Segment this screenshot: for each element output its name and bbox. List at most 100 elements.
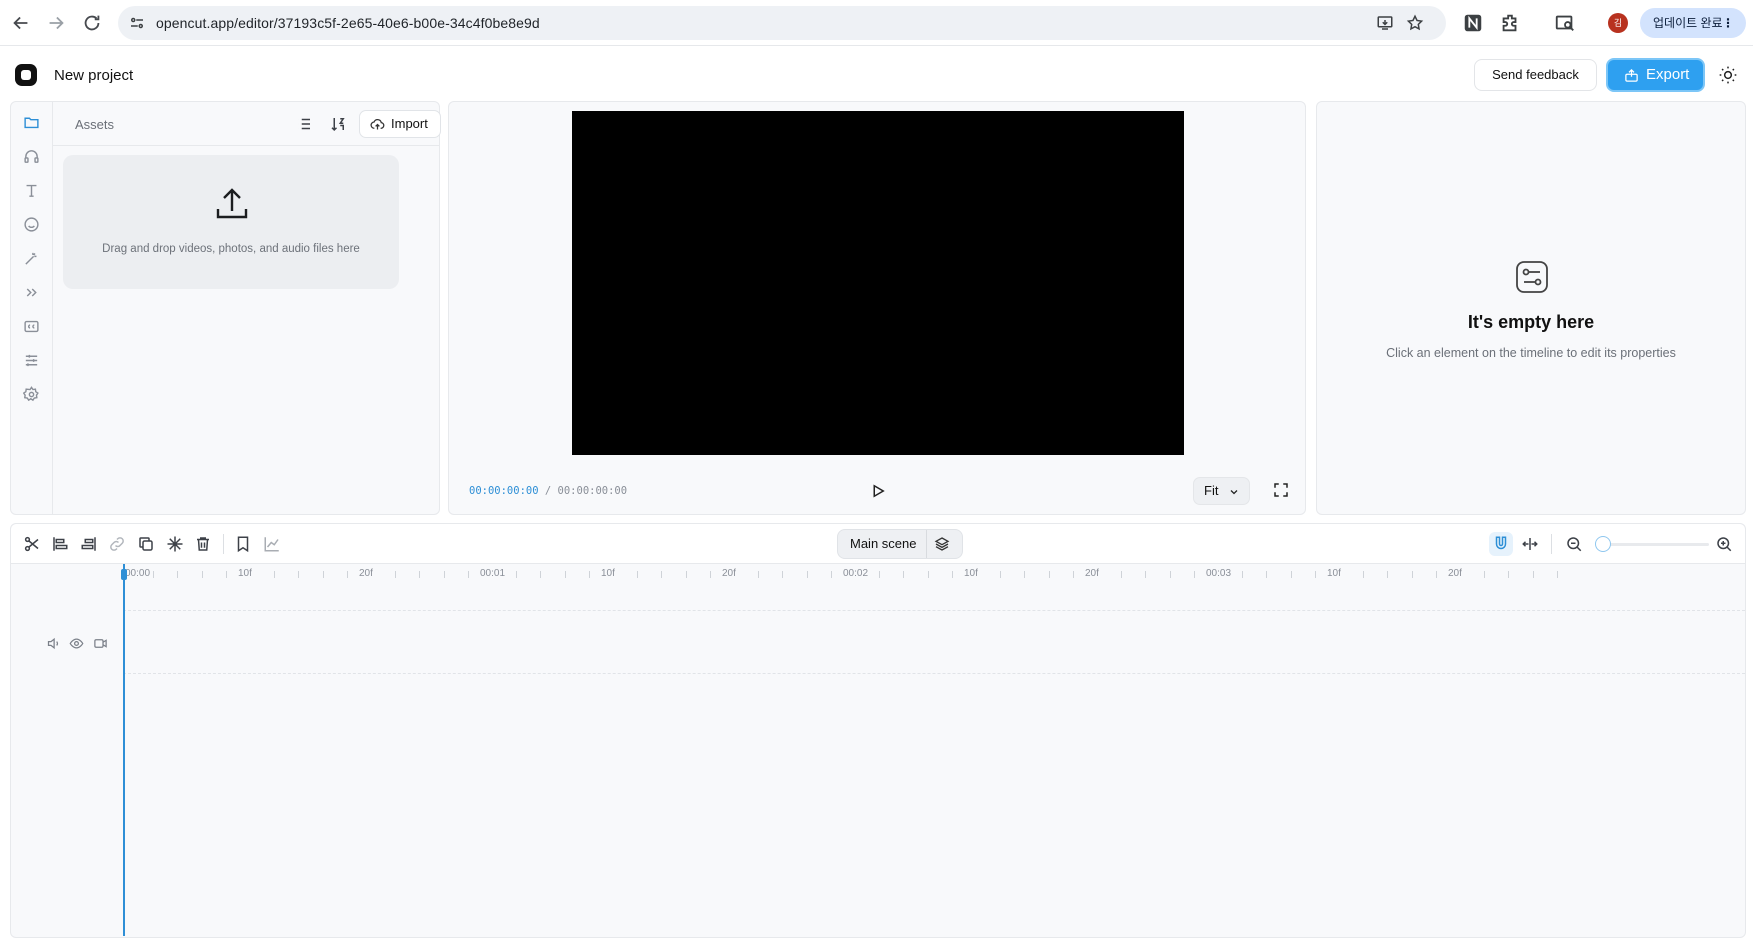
ruler-tick (346, 571, 348, 578)
headphones-icon[interactable] (23, 148, 40, 165)
list-view-icon[interactable] (295, 115, 313, 133)
visibility-eye-icon[interactable] (69, 636, 84, 651)
assets-header: Assets Import (53, 102, 441, 146)
fullscreen-icon[interactable] (1272, 481, 1290, 499)
link-icon[interactable] (108, 535, 126, 553)
playhead-handle[interactable] (121, 569, 127, 580)
keyframe-graph-icon[interactable] (263, 535, 281, 553)
reload-icon[interactable] (81, 12, 103, 34)
search-tab-icon[interactable] (1554, 12, 1576, 34)
send-feedback-button[interactable]: Send feedback (1474, 59, 1597, 91)
ruler-tick (903, 571, 905, 578)
profile-avatar[interactable]: 김 (1608, 13, 1628, 33)
text-icon[interactable] (23, 182, 40, 199)
ruler-tick (879, 571, 881, 578)
cloud-upload-icon (370, 117, 385, 132)
forward-icon[interactable] (45, 12, 67, 34)
update-button[interactable]: 업데이트 완료 ⋮ (1640, 8, 1746, 38)
ruler-tick (758, 571, 760, 578)
ripple-arrows-icon[interactable] (1521, 535, 1539, 553)
timeline-ruler[interactable]: 00:00 10f 20f 00:01 10f 20f 00:02 10f 20f 00:03 10… (123, 564, 1745, 586)
ruler-tick (564, 571, 566, 578)
settings-icon[interactable] (23, 386, 40, 403)
ruler-label: 10f (964, 568, 978, 579)
url-text[interactable]: opencut.app/editor/37193c5f-2e65-40e6-b0… (156, 15, 540, 31)
snapping-magnet-icon[interactable] (1489, 532, 1513, 556)
export-label: Export (1646, 66, 1690, 83)
freeze-snowflake-icon[interactable] (166, 535, 184, 553)
zoom-out-icon[interactable] (1565, 535, 1583, 553)
ruler-tick (1048, 571, 1050, 578)
ruler-tick (1363, 571, 1365, 578)
playhead[interactable] (123, 564, 125, 936)
video-track-icon[interactable] (93, 636, 108, 651)
align-left-icon[interactable] (51, 535, 69, 553)
sort-icon[interactable] (329, 115, 347, 133)
scene-label: Main scene (850, 536, 917, 551)
ruler-tick (1266, 571, 1268, 578)
adjustments-icon[interactable] (23, 352, 40, 369)
ruler-tick (516, 571, 518, 578)
ruler-tick (1145, 571, 1147, 578)
ruler-tick (1484, 571, 1486, 578)
folder-icon[interactable] (23, 114, 40, 131)
play-icon[interactable] (869, 482, 887, 500)
mute-speaker-icon[interactable] (46, 636, 61, 651)
ruler-tick (806, 571, 808, 578)
timecode-display: 00:00:00:00 / 00:00:00:00 (469, 485, 627, 497)
ruler-tick (177, 571, 179, 578)
zoom-slider-handle[interactable] (1595, 536, 1611, 552)
ruler-tick (201, 571, 203, 578)
ruler-tick (322, 571, 324, 578)
extensions-puzzle-icon[interactable] (1499, 12, 1521, 34)
align-right-icon[interactable] (80, 535, 98, 553)
sticker-icon[interactable] (23, 216, 40, 233)
ruler-tick (1193, 571, 1195, 578)
ruler-tick (274, 571, 276, 578)
timeline-toolbar: Main scene (11, 524, 1745, 564)
zoom-fit-dropdown[interactable]: Fit (1193, 477, 1250, 505)
delete-trash-icon[interactable] (194, 535, 212, 553)
back-icon[interactable] (10, 12, 32, 34)
ruler-label: 10f (1327, 568, 1341, 579)
notion-extension-icon[interactable] (1462, 12, 1484, 34)
transitions-icon[interactable] (23, 284, 40, 301)
scene-selector[interactable]: Main scene (837, 529, 963, 559)
install-app-icon[interactable] (1376, 14, 1394, 32)
bookmark-icon[interactable] (234, 535, 252, 553)
zoom-slider-track[interactable] (1603, 543, 1709, 546)
layers-icon[interactable] (934, 536, 950, 552)
media-panel: Assets Import Drag and drop videos, phot… (10, 101, 441, 515)
browser-menu-icon[interactable]: ⋮ (1722, 8, 1734, 38)
ruler-tick (951, 571, 953, 578)
app-logo[interactable] (15, 64, 37, 86)
address-bar[interactable]: opencut.app/editor/37193c5f-2e65-40e6-b0… (118, 6, 1446, 40)
fit-label: Fit (1204, 483, 1219, 498)
project-title[interactable]: New project (54, 67, 133, 84)
ruler-label: 00:03 (1206, 568, 1232, 579)
zoom-in-icon[interactable] (1715, 535, 1733, 553)
browser-toolbar: opencut.app/editor/37193c5f-2e65-40e6-b0… (0, 0, 1753, 46)
duplicate-icon[interactable] (137, 535, 155, 553)
ruler-tick (540, 571, 542, 578)
ruler-tick (637, 571, 639, 578)
split-scissors-icon[interactable] (23, 535, 41, 553)
captions-icon[interactable] (23, 318, 40, 335)
bookmark-star-icon[interactable] (1406, 14, 1424, 32)
export-button[interactable]: Export (1606, 58, 1705, 92)
video-preview-canvas[interactable] (572, 111, 1184, 455)
media-dropzone[interactable]: Drag and drop videos, photos, and audio … (63, 155, 399, 289)
import-button[interactable]: Import (359, 110, 441, 138)
theme-toggle-sun-icon[interactable] (1718, 65, 1738, 85)
ruler-label: 00:00 (125, 568, 151, 579)
total-time: 00:00:00:00 (557, 485, 628, 497)
site-settings-icon[interactable] (128, 14, 146, 32)
ruler-label: 10f (238, 568, 252, 579)
magic-wand-icon[interactable] (23, 250, 40, 267)
properties-empty-icon (1514, 259, 1550, 295)
toolbar-divider (1551, 534, 1552, 554)
ruler-tick (685, 571, 687, 578)
timeline-track[interactable] (123, 610, 1745, 674)
ruler-tick (1314, 571, 1316, 578)
ruler-tick (782, 571, 784, 578)
